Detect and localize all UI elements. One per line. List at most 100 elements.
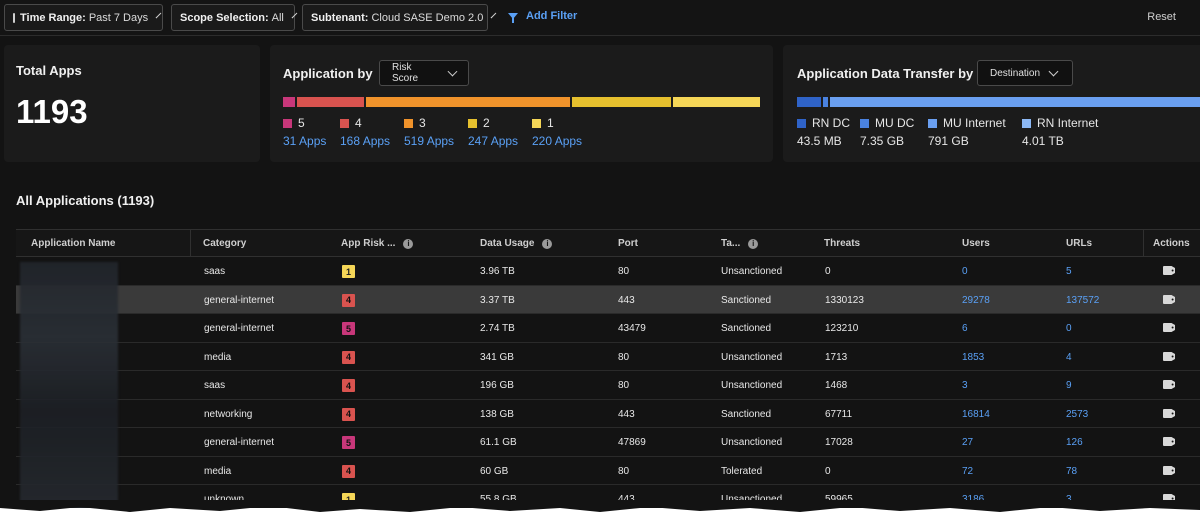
subtenant-filter[interactable]: Subtenant: Cloud SASE Demo 2.0 — [302, 4, 497, 31]
risk-5-apps-link[interactable]: 31 Apps — [283, 134, 326, 148]
urls-link[interactable]: 4 — [1066, 352, 1072, 363]
urls-link[interactable]: 137572 — [1066, 295, 1099, 306]
risk-badge: 4 — [342, 464, 355, 478]
table-row[interactable]: general-internet 4 3.37 TB 443 Sanctione… — [16, 285, 1200, 314]
col-urls[interactable]: URLs — [1066, 238, 1092, 249]
chevron-down-icon — [491, 12, 497, 19]
col-users[interactable]: Users — [962, 238, 990, 249]
table-row[interactable]: media 4 60 GB 80 Tolerated 0 72 78 — [16, 457, 1200, 485]
urls-link[interactable]: 5 — [1066, 266, 1072, 277]
total-apps-value: 1193 — [16, 93, 88, 130]
tag-icon[interactable] — [1163, 380, 1175, 389]
total-apps-card: Total Apps 1193 — [4, 45, 260, 162]
risk-badge: 4 — [342, 407, 355, 421]
application-names-redacted — [20, 262, 118, 508]
tag-icon[interactable] — [1163, 465, 1175, 475]
app-root: Time Range: Past 7 Days Scope Selection:… — [0, 0, 1200, 508]
users-link[interactable]: 3 — [962, 380, 968, 391]
transfer-value-rn-dc: 43.5 MB — [797, 134, 842, 148]
users-link[interactable]: 72 — [962, 466, 973, 477]
cell-port: 47869 — [618, 437, 646, 448]
risk-badge: 1 — [342, 265, 355, 278]
risk-legend-1: 1 — [532, 116, 554, 130]
table-row[interactable]: general-internet 5 61.1 GB 47869 Unsanct… — [16, 428, 1200, 457]
cell-data-usage: 196 GB — [480, 380, 514, 391]
risk-1-apps-link[interactable]: 220 Apps — [532, 134, 582, 148]
table-row[interactable]: general-internet 5 2.74 TB 43479 Sanctio… — [16, 314, 1200, 343]
tag-icon[interactable] — [1163, 266, 1175, 275]
users-link[interactable]: 16814 — [962, 409, 990, 420]
users-link[interactable]: 6 — [962, 323, 968, 334]
applications-table: Application Name Category App Risk ... i … — [16, 229, 1200, 508]
cell-tag: Sanctioned — [721, 408, 772, 420]
time-range-label: Time Range: — [20, 11, 86, 24]
transfer-legend-mu-dc: MU DC — [860, 116, 914, 130]
table-row[interactable]: media 4 341 GB 80 Unsanctioned 1713 1853… — [16, 343, 1200, 371]
col-application-name[interactable]: Application Name — [31, 238, 115, 249]
risk-bar-4 — [297, 97, 364, 107]
risk-score-dropdown[interactable]: Risk Score — [379, 60, 469, 86]
cell-category: networking — [204, 408, 253, 420]
add-filter-label: Add Filter — [526, 10, 578, 22]
time-range-filter[interactable]: Time Range: Past 7 Days — [4, 4, 163, 31]
scope-selection-filter[interactable]: Scope Selection: All — [171, 4, 298, 31]
table-row[interactable]: networking 4 138 GB 443 Sanctioned 67711… — [16, 400, 1200, 428]
transfer-value-mu-internet: 791 GB — [928, 134, 969, 148]
risk-3-apps-link[interactable]: 519 Apps — [404, 134, 454, 148]
risk-bar-1 — [673, 97, 760, 107]
users-link[interactable]: 27 — [962, 437, 973, 448]
tag-icon[interactable] — [1163, 408, 1175, 418]
table-row[interactable]: saas 4 196 GB 80 Unsanctioned 1468 3 9 — [16, 371, 1200, 400]
urls-link[interactable]: 2573 — [1066, 409, 1088, 420]
col-category[interactable]: Category — [203, 238, 246, 249]
time-range-value: Past 7 Days — [88, 11, 149, 24]
col-tags[interactable]: Ta... i — [721, 238, 759, 249]
users-link[interactable]: 0 — [962, 266, 968, 277]
cell-threats: 123210 — [825, 323, 859, 334]
tag-icon[interactable] — [1163, 351, 1175, 361]
users-link[interactable]: 1853 — [962, 352, 984, 363]
destination-dropdown[interactable]: Destination — [977, 60, 1073, 86]
cell-category: media — [204, 465, 232, 477]
info-icon[interactable]: i — [748, 238, 759, 249]
info-icon[interactable]: i — [542, 238, 553, 249]
risk-4-apps-link[interactable]: 168 Apps — [340, 134, 390, 148]
risk-badge: 5 — [342, 436, 355, 449]
col-port[interactable]: Port — [618, 238, 638, 249]
data-transfer-card: Application Data Transfer by Destination… — [783, 45, 1200, 162]
transfer-bar-mu-dc — [823, 97, 828, 107]
risk-legend-4: 4 — [340, 116, 362, 130]
chevron-down-icon — [1048, 66, 1059, 76]
filter-bar: Time Range: Past 7 Days Scope Selection:… — [0, 0, 1200, 36]
reset-button[interactable]: Reset — [1147, 11, 1176, 23]
cell-port: 80 — [618, 465, 630, 477]
chevron-down-icon — [447, 66, 458, 76]
risk-legend-2: 2 — [468, 116, 490, 130]
transfer-card-title: Application Data Transfer by — [797, 66, 974, 81]
cell-threats: 1330123 — [825, 294, 864, 306]
all-applications-title: All Applications (1193) — [16, 193, 155, 208]
col-app-risk[interactable]: App Risk ... i — [341, 238, 414, 249]
add-filter-button[interactable]: Add Filter — [508, 10, 578, 23]
tag-icon[interactable] — [1163, 323, 1175, 332]
cell-tag: Sanctioned — [721, 323, 772, 334]
cell-data-usage: 138 GB — [480, 408, 514, 420]
filter-icon — [508, 13, 518, 23]
risk-2-apps-link[interactable]: 247 Apps — [468, 134, 518, 148]
cell-threats: 67711 — [825, 408, 853, 420]
subtenant-label: Subtenant: — [311, 11, 369, 24]
tag-icon[interactable] — [1163, 437, 1175, 446]
col-data-usage[interactable]: Data Usage i — [480, 238, 553, 249]
users-link[interactable]: 29278 — [962, 295, 990, 306]
col-threats[interactable]: Threats — [824, 238, 860, 249]
tag-icon[interactable] — [1163, 294, 1175, 304]
cell-category: saas — [204, 380, 226, 391]
urls-link[interactable]: 78 — [1066, 466, 1077, 477]
chevron-down-icon — [155, 12, 162, 19]
table-row[interactable]: saas 1 3.96 TB 80 Unsanctioned 0 0 5 — [16, 257, 1200, 286]
urls-link[interactable]: 0 — [1066, 323, 1072, 334]
urls-link[interactable]: 9 — [1066, 380, 1072, 391]
urls-link[interactable]: 126 — [1066, 437, 1083, 448]
cell-tag: Sanctioned — [721, 294, 772, 306]
info-icon[interactable]: i — [403, 238, 414, 249]
